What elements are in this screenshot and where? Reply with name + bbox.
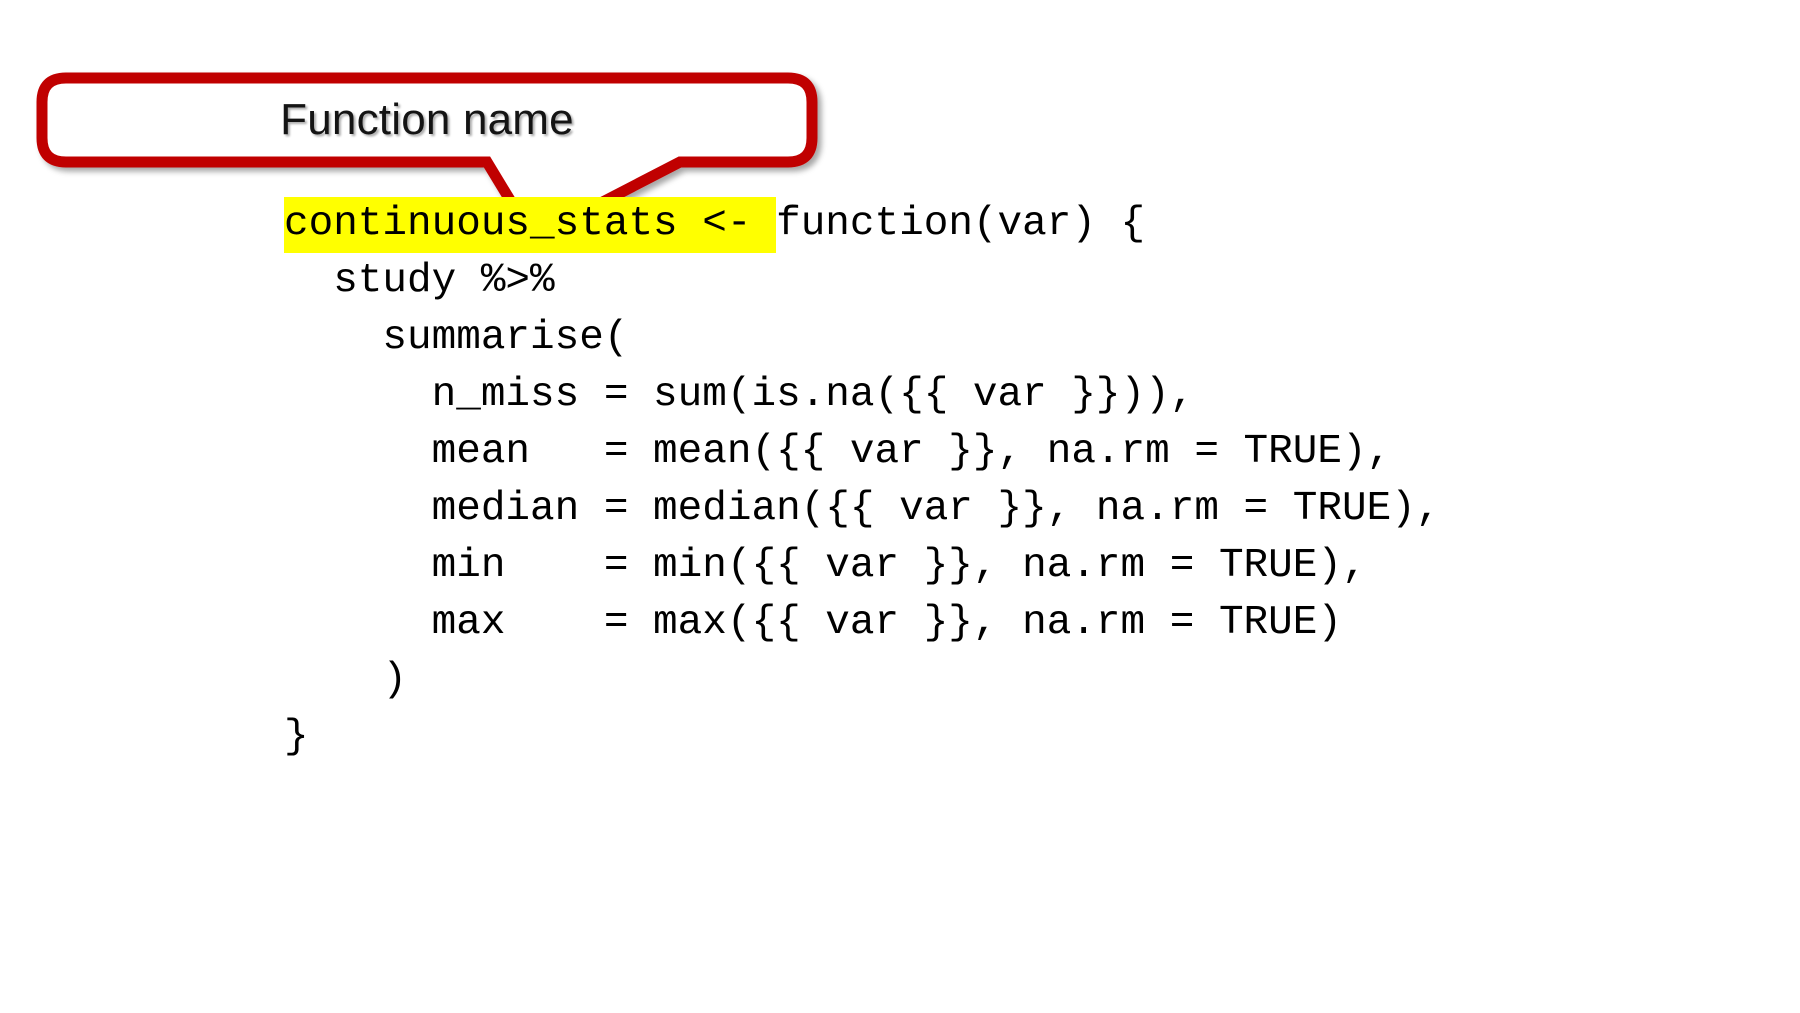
- code-text: ): [284, 657, 408, 703]
- callout-label: Function name: [280, 95, 574, 144]
- code-text: summarise(: [284, 315, 629, 361]
- code-line: median = median({{ var }}, na.rm = TRUE)…: [284, 481, 1441, 538]
- code-line: }: [284, 709, 1440, 766]
- code-line: mean = mean({{ var }}, na.rm = TRUE),: [284, 424, 1440, 481]
- code-line: study %>%: [284, 253, 1440, 310]
- code-highlight: continuous_stats <-: [284, 197, 777, 253]
- code-line: summarise(: [284, 310, 1440, 367]
- code-line: continuous_stats <- function(var) {: [284, 196, 1440, 253]
- code-text: mean = mean({{ var }}, na.rm = TRUE),: [284, 429, 1392, 475]
- slide-canvas: Function name continuous_stats <- functi…: [0, 0, 1800, 1013]
- code-text: n_miss = sum(is.na({{ var }})),: [284, 372, 1195, 418]
- code-text: median = median({{ var }}, na.rm = TRUE)…: [284, 486, 1441, 532]
- code-text: }: [284, 714, 309, 760]
- code-text: min = min({{ var }}, na.rm = TRUE),: [284, 543, 1367, 589]
- code-line: min = min({{ var }}, na.rm = TRUE),: [284, 538, 1440, 595]
- code-text: study %>%: [284, 258, 555, 304]
- code-text: function(var) {: [776, 201, 1146, 247]
- code-text: max = max({{ var }}, na.rm = TRUE): [284, 600, 1342, 646]
- code-line: max = max({{ var }}, na.rm = TRUE): [284, 595, 1440, 652]
- code-line: n_miss = sum(is.na({{ var }})),: [284, 367, 1440, 424]
- code-line: ): [284, 652, 1440, 709]
- code-block: continuous_stats <- function(var) { stud…: [284, 196, 1440, 766]
